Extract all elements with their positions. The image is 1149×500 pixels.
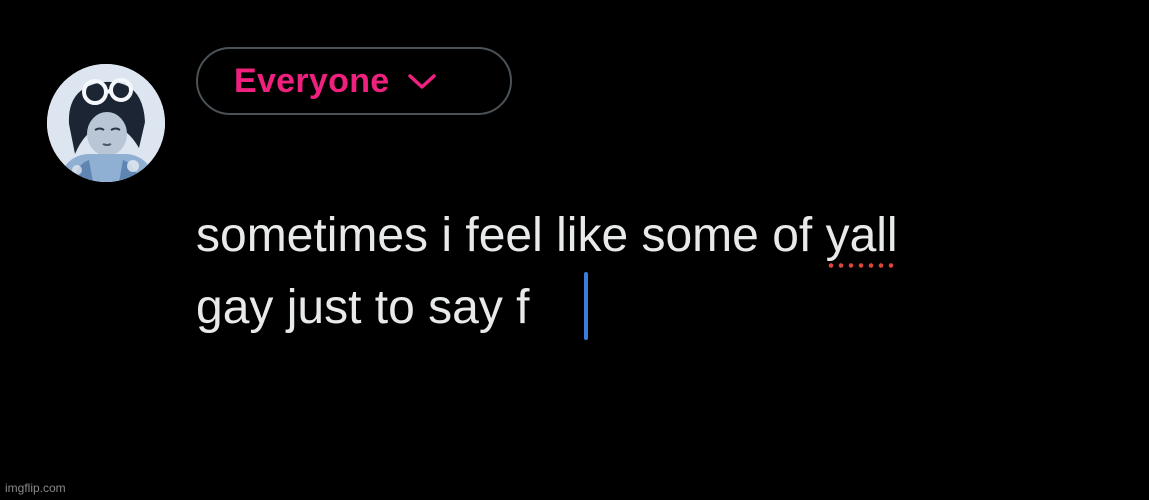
compose-line-2: gay just to say f	[196, 272, 1116, 344]
text-cursor	[583, 272, 588, 341]
compose-text-area[interactable]: sometimes i feel like some of yall gay j…	[196, 200, 1116, 344]
misspelled-word[interactable]: yall	[825, 200, 898, 272]
watermark: imgflip.com	[5, 481, 66, 495]
compose-line-1: sometimes i feel like some of yall	[196, 200, 1116, 272]
compose-text-segment: gay just to say f	[196, 281, 530, 334]
avatar[interactable]	[47, 64, 165, 182]
chevron-down-icon	[407, 71, 437, 91]
audience-dropdown-button[interactable]: Everyone	[196, 47, 512, 115]
avatar-image	[47, 64, 165, 182]
audience-label: Everyone	[234, 61, 390, 100]
compose-text-segment: sometimes i feel like some of	[196, 209, 826, 262]
